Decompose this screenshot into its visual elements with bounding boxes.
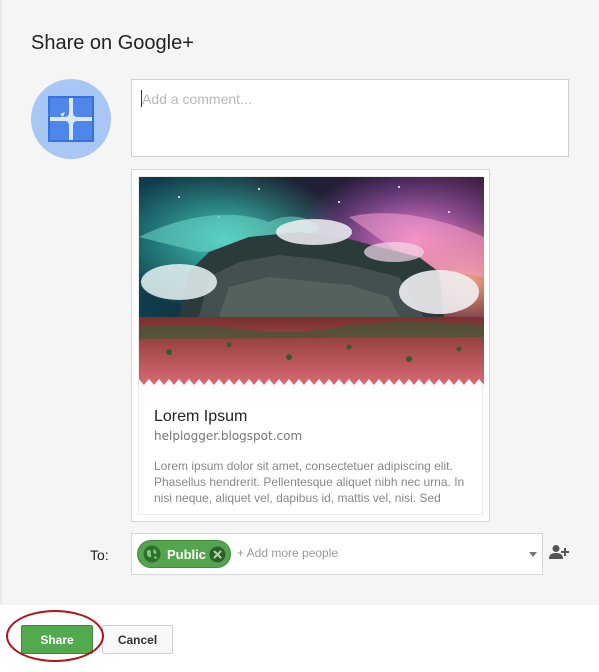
avatar: [31, 79, 111, 159]
blogger-puzzle-icon: [48, 96, 94, 142]
preview-domain: helplogger.blogspot.com: [154, 429, 303, 443]
add-people-input[interactable]: [237, 546, 517, 560]
chevron-down-icon[interactable]: [529, 552, 537, 557]
preview-description: Lorem ipsum dolor sit amet, consectetuer…: [154, 459, 465, 505]
remove-chip-icon[interactable]: [209, 546, 226, 563]
cancel-button[interactable]: Cancel: [102, 625, 173, 654]
globe-icon: [143, 545, 161, 563]
dialog-edge: [0, 0, 2, 605]
link-preview-inner: Lorem Ipsum helplogger.blogspot.com Lore…: [138, 176, 484, 515]
link-preview-card: Lorem Ipsum helplogger.blogspot.com Lore…: [131, 169, 490, 522]
comment-input[interactable]: [132, 80, 568, 156]
chip-label: Public: [167, 546, 207, 562]
share-dialog: Share on Google+ Add a comment... Lorem …: [0, 0, 599, 605]
dialog-title: Share on Google+: [31, 32, 194, 54]
audience-field[interactable]: Public: [131, 533, 543, 575]
public-chip[interactable]: Public: [137, 540, 231, 568]
text-caret: [141, 90, 142, 107]
preview-title[interactable]: Lorem Ipsum: [154, 408, 247, 426]
dialog-footer: Share Cancel: [0, 605, 599, 672]
to-label: To:: [90, 547, 109, 563]
preview-image: [139, 177, 484, 385]
add-person-icon[interactable]: [549, 544, 569, 560]
share-highlight-ring: [6, 610, 104, 662]
comment-box[interactable]: [131, 79, 569, 157]
